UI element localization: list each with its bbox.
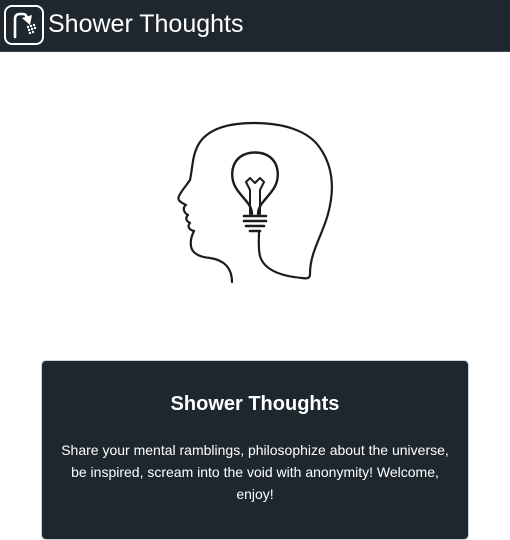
shower-head-icon[interactable] (4, 5, 44, 45)
card-description: Share your mental ramblings, philosophiz… (61, 442, 449, 502)
app-title[interactable]: Shower Thoughts (48, 8, 244, 40)
intro-card: Shower Thoughts Share your mental rambli… (41, 360, 469, 540)
top-navbar: Shower Thoughts (0, 0, 510, 52)
head-lightbulb-icon (170, 118, 340, 286)
card-title: Shower Thoughts (170, 393, 340, 415)
